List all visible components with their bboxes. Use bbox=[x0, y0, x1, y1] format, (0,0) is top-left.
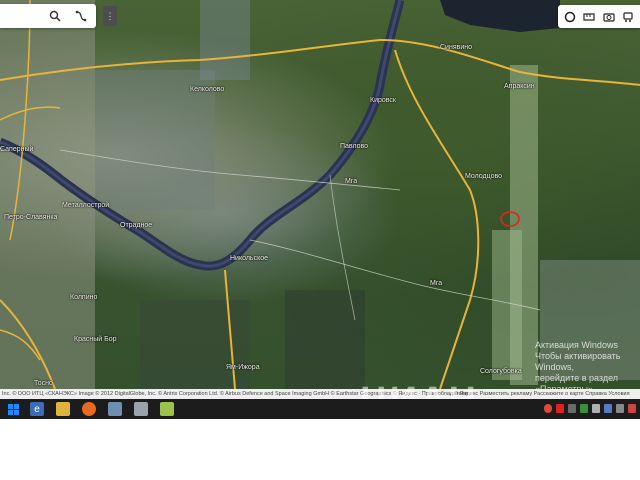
copyright-bar: Inc. © DOO ИТЦ «СКАНЭКС» Image © 2012 Di… bbox=[0, 389, 640, 399]
map-controls bbox=[558, 5, 640, 28]
layers-icon[interactable] bbox=[563, 10, 577, 24]
yandex-links[interactable]: © Яндекс Разместить рекламу Расскажите о… bbox=[454, 389, 630, 399]
map-place-label[interactable]: Мга bbox=[430, 280, 442, 287]
tray-icon-3[interactable] bbox=[568, 404, 576, 413]
map-search-box[interactable] bbox=[0, 4, 96, 28]
map-place-label[interactable]: Красный Бор bbox=[74, 336, 117, 343]
satellite-map[interactable] bbox=[0, 0, 640, 389]
activate-windows-notice: Активация Windows Чтобы активировать Win… bbox=[535, 340, 640, 395]
file-explorer-icon[interactable] bbox=[56, 402, 70, 416]
map-place-label[interactable]: Отрадное bbox=[120, 222, 152, 229]
map-place-label[interactable]: Тосно bbox=[34, 380, 53, 387]
map-place-label[interactable]: Мга bbox=[345, 178, 357, 185]
map-place-label[interactable]: Ям-Ижора bbox=[226, 364, 260, 371]
map-place-label[interactable]: Павлово bbox=[340, 143, 368, 150]
map-place-label[interactable]: Петро-Славянка bbox=[4, 214, 57, 221]
windows-taskbar: e bbox=[0, 399, 640, 419]
map-place-label[interactable]: Металлострой bbox=[62, 202, 109, 209]
calculator-icon[interactable] bbox=[134, 402, 148, 416]
tray-icon-5[interactable] bbox=[592, 404, 600, 413]
dots-icon: ⋮ bbox=[105, 10, 115, 21]
notepad-icon[interactable] bbox=[160, 402, 174, 416]
edge-icon[interactable]: e bbox=[30, 402, 44, 416]
activate-line-1: Чтобы активировать Windows, bbox=[535, 351, 621, 372]
collapse-panel-button[interactable]: ⋮ bbox=[103, 6, 117, 26]
map-place-label[interactable]: Колпино bbox=[70, 294, 97, 301]
map-canvas bbox=[0, 0, 640, 389]
search-icon[interactable] bbox=[48, 9, 62, 23]
map-place-label[interactable]: Апраксин bbox=[504, 83, 535, 90]
tray-icon-6[interactable] bbox=[604, 404, 612, 413]
map-place-label[interactable]: Синявино bbox=[440, 44, 472, 51]
ruler-icon[interactable] bbox=[582, 10, 596, 24]
tray-icon-7[interactable] bbox=[616, 404, 624, 413]
route-icon[interactable] bbox=[74, 9, 88, 23]
camera-icon[interactable] bbox=[602, 10, 616, 24]
chrome-icon[interactable] bbox=[544, 404, 552, 413]
map-place-label[interactable]: Кировск bbox=[370, 97, 396, 104]
tray-icon-8[interactable] bbox=[628, 404, 636, 413]
windows-start-icon[interactable] bbox=[6, 402, 20, 416]
traffic-icon[interactable] bbox=[621, 10, 635, 24]
map-place-label[interactable]: Молодцово bbox=[465, 173, 502, 180]
app-icon[interactable] bbox=[108, 402, 122, 416]
yandex-icon[interactable] bbox=[556, 404, 564, 413]
map-place-label[interactable]: Саперный bbox=[0, 146, 33, 153]
tray-icon-4[interactable] bbox=[580, 404, 588, 413]
map-place-label[interactable]: Никольское bbox=[230, 255, 268, 262]
map-place-label[interactable]: Сологубовка bbox=[480, 368, 522, 375]
activate-title: Активация Windows bbox=[535, 340, 618, 350]
firefox-icon[interactable] bbox=[82, 402, 96, 416]
map-place-label[interactable]: Келколово bbox=[190, 86, 224, 93]
